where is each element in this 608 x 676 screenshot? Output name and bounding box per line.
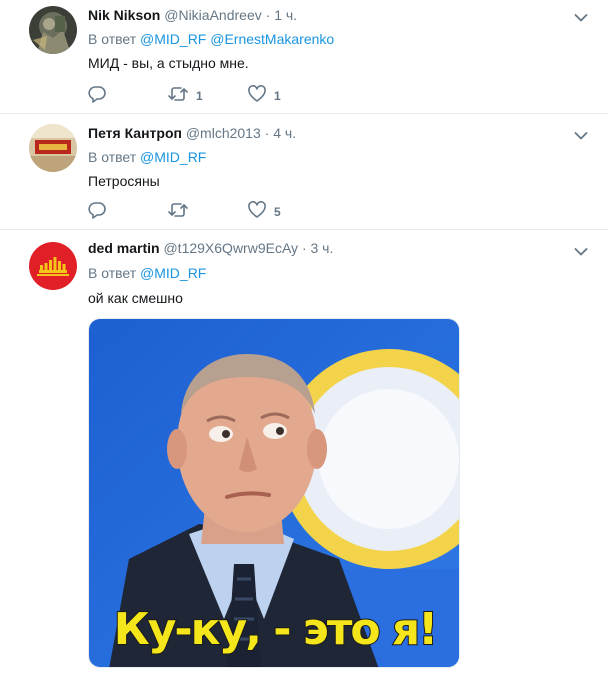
tweet-text: МИД - вы, а стыдно мне. bbox=[88, 55, 249, 71]
mention-link[interactable]: @ErnestMakarenko bbox=[210, 31, 334, 47]
reply-context: В ответ @MID_RF @ErnestMakarenko bbox=[88, 30, 334, 48]
display-name[interactable]: Nik Nikson bbox=[88, 7, 160, 23]
like-button[interactable]: 5 bbox=[248, 200, 281, 224]
tweet-header: Nik Nikson @NikiaAndreev · 1 ч. bbox=[88, 6, 297, 24]
tweet-text: ой как смешно bbox=[88, 290, 183, 306]
reply-button[interactable] bbox=[88, 201, 114, 224]
reply-context: В ответ @MID_RF bbox=[88, 264, 206, 282]
timestamp[interactable]: 1 ч. bbox=[274, 7, 297, 23]
separator: · bbox=[301, 240, 307, 256]
username[interactable]: @NikiaAndreev bbox=[164, 7, 261, 23]
timestamp[interactable]: 3 ч. bbox=[311, 240, 334, 256]
chevron-down-icon[interactable] bbox=[574, 244, 588, 256]
reply-prefix: В ответ bbox=[88, 31, 137, 47]
reply-button[interactable] bbox=[88, 85, 114, 108]
retweet-icon bbox=[168, 85, 188, 108]
tweet[interactable]: Nik Nikson @NikiaAndreev · 1 ч. В ответ … bbox=[0, 0, 608, 114]
username[interactable]: @mlch2013 bbox=[186, 125, 261, 141]
tweet-media-image[interactable]: Ку-ку, - это я! bbox=[88, 318, 460, 668]
retweet-button[interactable]: 1 bbox=[168, 86, 203, 106]
retweet-icon bbox=[168, 201, 188, 224]
reply-prefix: В ответ bbox=[88, 265, 137, 281]
tweet-text: Петросяны bbox=[88, 173, 160, 189]
like-button[interactable]: 1 bbox=[248, 84, 281, 108]
mention-link[interactable]: @MID_RF bbox=[140, 31, 206, 47]
timestamp[interactable]: 4 ч. bbox=[273, 125, 296, 141]
mention-link[interactable]: @MID_RF bbox=[140, 149, 206, 165]
action-bar: 5 bbox=[88, 200, 408, 224]
avatar[interactable] bbox=[29, 6, 77, 54]
mention-link[interactable]: @MID_RF bbox=[140, 265, 206, 281]
heart-icon bbox=[248, 200, 266, 224]
chevron-down-icon[interactable] bbox=[574, 10, 588, 22]
reply-context: В ответ @MID_RF bbox=[88, 148, 206, 166]
tweet[interactable]: Петя Кантроп @mlch2013 · 4 ч. В ответ @M… bbox=[0, 114, 608, 230]
like-count: 1 bbox=[274, 89, 281, 103]
display-name[interactable]: ded martin bbox=[88, 240, 160, 256]
reply-icon bbox=[88, 85, 106, 108]
tweet-header: ded martin @t129X6Qwrw9EcAy · 3 ч. bbox=[88, 239, 333, 257]
reply-prefix: В ответ bbox=[88, 149, 137, 165]
heart-icon bbox=[248, 84, 266, 108]
reply-icon bbox=[88, 201, 106, 224]
avatar[interactable] bbox=[29, 124, 77, 172]
tweet[interactable]: ded martin @t129X6Qwrw9EcAy · 3 ч. В отв… bbox=[0, 230, 608, 676]
media-caption: Ку-ку, - это я! bbox=[113, 603, 440, 656]
like-count: 5 bbox=[274, 205, 281, 219]
separator: · bbox=[265, 7, 271, 23]
separator: · bbox=[264, 125, 270, 141]
display-name[interactable]: Петя Кантроп bbox=[88, 125, 182, 141]
action-bar: 1 1 bbox=[88, 84, 408, 108]
chevron-down-icon[interactable] bbox=[574, 128, 588, 140]
avatar[interactable] bbox=[29, 242, 77, 290]
retweet-count: 1 bbox=[196, 89, 203, 103]
username[interactable]: @t129X6Qwrw9EcAy bbox=[163, 240, 298, 256]
tweet-header: Петя Кантроп @mlch2013 · 4 ч. bbox=[88, 124, 296, 142]
retweet-button[interactable] bbox=[168, 202, 196, 222]
